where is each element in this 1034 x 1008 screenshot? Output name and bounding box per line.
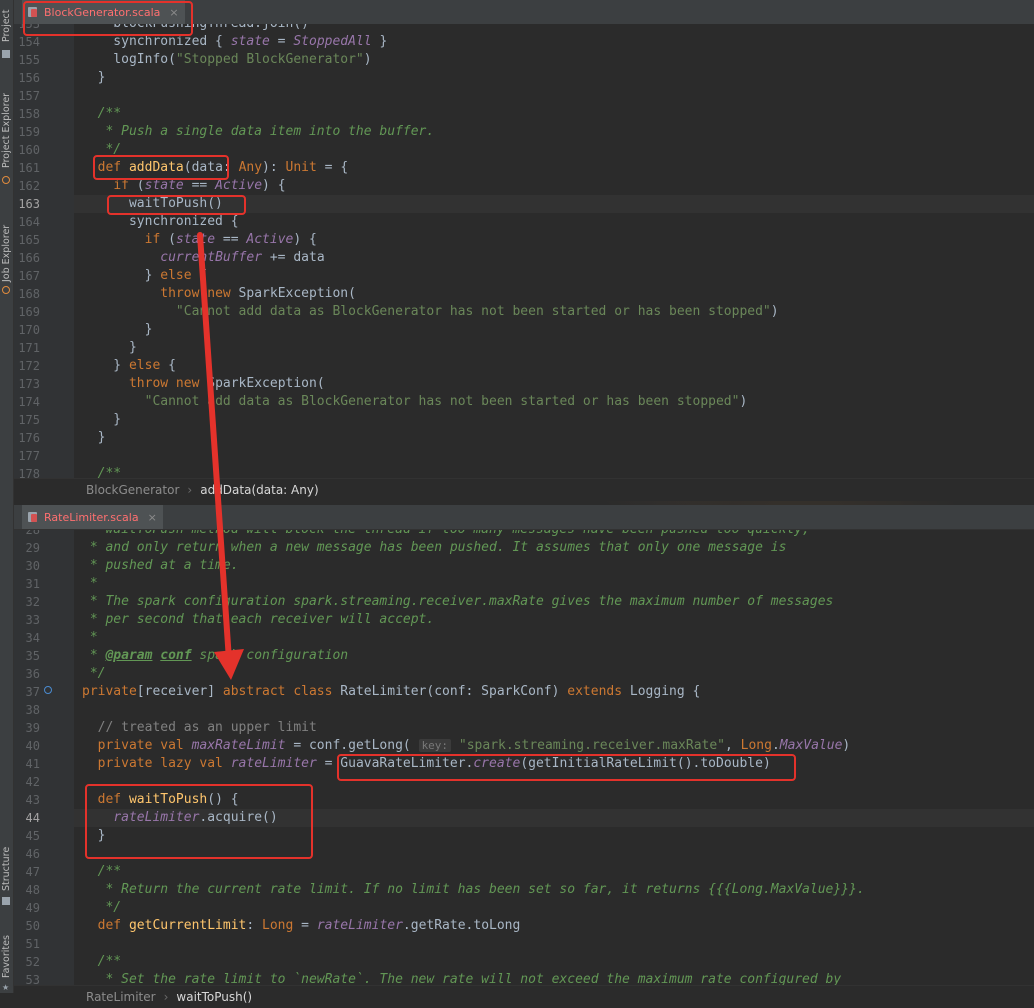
annotation-arrow — [197, 232, 244, 680]
